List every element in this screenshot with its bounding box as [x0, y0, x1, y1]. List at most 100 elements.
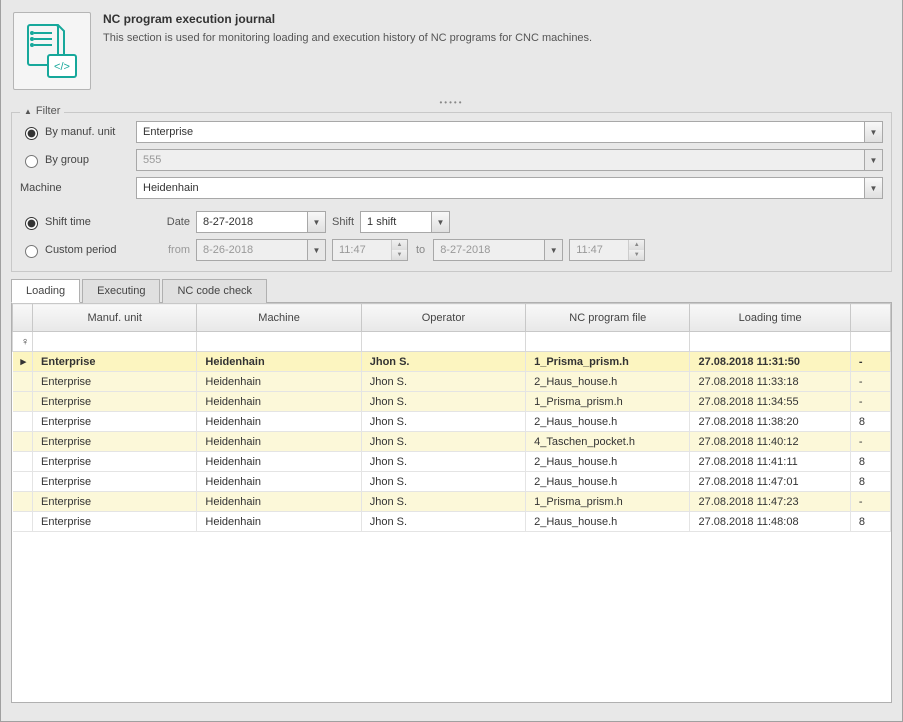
chevron-down-icon[interactable]: ▼ [307, 212, 325, 232]
cell-manuf: Enterprise [33, 472, 197, 492]
cell-ext: 8 [850, 412, 890, 432]
cell-manuf: Enterprise [33, 392, 197, 412]
header-panel: </> NC program execution journal This se… [3, 2, 900, 98]
cell-time: 27.08.2018 11:41:11 [690, 452, 850, 472]
table-row[interactable]: EnterpriseHeidenhainJhon S.2_Haus_house.… [13, 512, 891, 532]
cell-ext: 8 [850, 472, 890, 492]
cell-machine: Heidenhain [197, 412, 361, 432]
filter-row[interactable]: ♀ [13, 332, 891, 352]
cell-ext: - [850, 432, 890, 452]
cell-op: Jhon S. [361, 452, 525, 472]
cell-manuf: Enterprise [33, 432, 197, 452]
table-row[interactable]: EnterpriseHeidenhainJhon S.2_Haus_house.… [13, 452, 891, 472]
filter-cell[interactable] [197, 332, 361, 352]
cell-manuf: Enterprise [33, 492, 197, 512]
table-row[interactable]: EnterpriseHeidenhainJhon S.2_Haus_house.… [13, 412, 891, 432]
filter-cell[interactable] [690, 332, 850, 352]
tab-bar: Loading Executing NC code check [11, 278, 892, 303]
cell-machine: Heidenhain [197, 392, 361, 412]
shift-time-radio[interactable]: Shift time [20, 214, 91, 230]
cell-time: 27.08.2018 11:40:12 [690, 432, 850, 452]
row-indicator [13, 452, 33, 472]
collapse-icon[interactable]: ▲ [24, 107, 32, 116]
filter-cell[interactable] [33, 332, 197, 352]
cell-op: Jhon S. [361, 512, 525, 532]
cell-machine: Heidenhain [197, 512, 361, 532]
cell-manuf: Enterprise [33, 512, 197, 532]
cell-op: Jhon S. [361, 352, 525, 372]
cell-machine: Heidenhain [197, 352, 361, 372]
spinner-icon: ▲▼ [391, 240, 407, 260]
shift-label: Shift [332, 216, 354, 228]
cell-op: Jhon S. [361, 492, 525, 512]
cell-ext: - [850, 392, 890, 412]
chevron-down-icon: ▼ [307, 240, 325, 260]
page-title: NC program execution journal [103, 12, 890, 26]
filter-icon[interactable]: ♀ [13, 332, 33, 352]
table-row[interactable]: ▸EnterpriseHeidenhainJhon S.1_Prisma_pri… [13, 352, 891, 372]
cell-file: 4_Taschen_pocket.h [526, 432, 690, 452]
filter-cell[interactable] [850, 332, 890, 352]
cell-op: Jhon S. [361, 472, 525, 492]
cell-ext: 8 [850, 512, 890, 532]
section-logo: </> [13, 12, 91, 90]
row-indicator [13, 392, 33, 412]
custom-period-radio[interactable]: Custom period [20, 242, 117, 258]
filter-cell[interactable] [526, 332, 690, 352]
chevron-down-icon[interactable]: ▼ [864, 178, 882, 198]
col-machine[interactable]: Machine [197, 304, 361, 332]
group-combo: 555 ▼ [136, 149, 883, 171]
cell-ext: - [850, 372, 890, 392]
by-manuf-radio[interactable]: By manuf. unit [20, 124, 130, 140]
by-group-radio[interactable]: By group [20, 152, 130, 168]
cell-machine: Heidenhain [197, 492, 361, 512]
cell-file: 1_Prisma_prism.h [526, 352, 690, 372]
from-time-input: 11:47 ▲▼ [332, 239, 408, 261]
row-indicator [13, 412, 33, 432]
cell-time: 27.08.2018 11:31:50 [690, 352, 850, 372]
table-row[interactable]: EnterpriseHeidenhainJhon S.1_Prisma_pris… [13, 492, 891, 512]
cell-time: 27.08.2018 11:33:18 [690, 372, 850, 392]
machine-label: Machine [20, 182, 130, 194]
data-grid[interactable]: Manuf. unit Machine Operator NC program … [11, 303, 892, 703]
chevron-down-icon[interactable]: ▼ [864, 122, 882, 142]
cell-file: 1_Prisma_prism.h [526, 392, 690, 412]
cell-file: 1_Prisma_prism.h [526, 492, 690, 512]
cell-file: 2_Haus_house.h [526, 472, 690, 492]
cell-file: 2_Haus_house.h [526, 452, 690, 472]
col-manuf-unit[interactable]: Manuf. unit [33, 304, 197, 332]
chevron-down-icon: ▼ [544, 240, 562, 260]
cell-machine: Heidenhain [197, 472, 361, 492]
splitter-handle[interactable]: ••••• [3, 98, 900, 108]
tab-nc-code-check[interactable]: NC code check [162, 279, 267, 303]
cell-time: 27.08.2018 11:47:23 [690, 492, 850, 512]
machine-combo[interactable]: Heidenhain ▼ [136, 177, 883, 199]
col-loading-time[interactable]: Loading time [690, 304, 850, 332]
cell-manuf: Enterprise [33, 452, 197, 472]
cell-manuf: Enterprise [33, 352, 197, 372]
page-description: This section is used for monitoring load… [103, 32, 890, 44]
col-extra[interactable] [850, 304, 890, 332]
cell-op: Jhon S. [361, 392, 525, 412]
cell-time: 27.08.2018 11:47:01 [690, 472, 850, 492]
table-row[interactable]: EnterpriseHeidenhainJhon S.4_Taschen_poc… [13, 432, 891, 452]
svg-text:</>: </> [54, 61, 70, 73]
table-row[interactable]: EnterpriseHeidenhainJhon S.2_Haus_house.… [13, 372, 891, 392]
cell-machine: Heidenhain [197, 452, 361, 472]
col-nc-file[interactable]: NC program file [526, 304, 690, 332]
filter-cell[interactable] [361, 332, 525, 352]
row-indicator [13, 472, 33, 492]
from-label: from [156, 244, 190, 256]
tab-executing[interactable]: Executing [82, 279, 160, 303]
table-row[interactable]: EnterpriseHeidenhainJhon S.1_Prisma_pris… [13, 392, 891, 412]
col-operator[interactable]: Operator [361, 304, 525, 332]
shift-combo[interactable]: 1 shift ▼ [360, 211, 450, 233]
filter-panel: ▲ Filter By manuf. unit Enterprise ▼ By … [11, 112, 892, 272]
manuf-unit-combo[interactable]: Enterprise ▼ [136, 121, 883, 143]
table-row[interactable]: EnterpriseHeidenhainJhon S.2_Haus_house.… [13, 472, 891, 492]
date-picker[interactable]: 8-27-2018 ▼ [196, 211, 326, 233]
cell-file: 2_Haus_house.h [526, 372, 690, 392]
chevron-down-icon[interactable]: ▼ [431, 212, 449, 232]
tab-loading[interactable]: Loading [11, 279, 80, 303]
cell-manuf: Enterprise [33, 372, 197, 392]
